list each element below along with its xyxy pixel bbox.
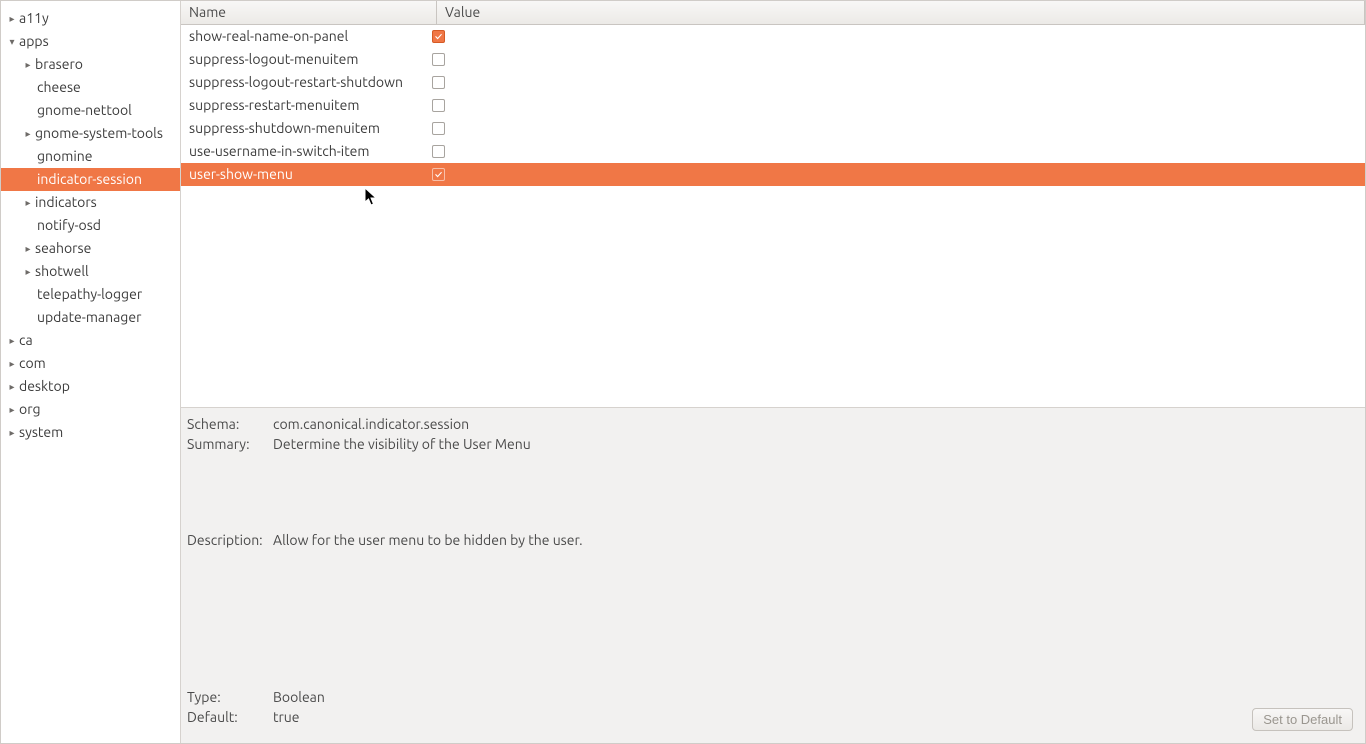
set-to-default-button[interactable]: Set to Default xyxy=(1252,708,1353,731)
tree-item-ca[interactable]: ▸ca xyxy=(1,329,180,352)
tree-item-indicators[interactable]: ▸indicators xyxy=(1,191,180,214)
summary-label: Summary: xyxy=(187,436,273,452)
key-name: show-real-name-on-panel xyxy=(181,25,428,48)
tree-item-label: seahorse xyxy=(35,240,91,256)
key-name: suppress-shutdown-menuitem xyxy=(181,117,428,140)
tree-item-label: system xyxy=(19,424,63,440)
value-checkbox[interactable] xyxy=(432,122,445,135)
tree-item-indicator-session[interactable]: indicator-session xyxy=(1,168,180,191)
column-header-value[interactable]: Value xyxy=(437,1,1365,24)
details-pane: Schema: com.canonical.indicator.session … xyxy=(181,408,1365,743)
tree-item-gnome-system-tools[interactable]: ▸gnome-system-tools xyxy=(1,122,180,145)
tree-item-shotwell[interactable]: ▸shotwell xyxy=(1,260,180,283)
chevron-right-icon[interactable]: ▸ xyxy=(7,421,17,444)
column-header-name[interactable]: Name xyxy=(181,1,437,24)
key-name: suppress-logout-restart-shutdown xyxy=(181,71,428,94)
schema-value: com.canonical.indicator.session xyxy=(273,416,1355,432)
tree-item-label: gnome-nettool xyxy=(37,102,132,118)
tree-item-label: org xyxy=(19,401,41,417)
key-value xyxy=(428,163,1365,186)
key-row-user-show-menu[interactable]: user-show-menu xyxy=(181,163,1365,186)
chevron-right-icon[interactable]: ▸ xyxy=(23,191,33,214)
tree-item-label: desktop xyxy=(19,378,70,394)
tree-item-update-manager[interactable]: update-manager xyxy=(1,306,180,329)
tree-item-label: a11y xyxy=(19,10,49,26)
tree-item-brasero[interactable]: ▸brasero xyxy=(1,53,180,76)
value-checkbox[interactable] xyxy=(432,99,445,112)
key-row-suppress-logout-restart-shutdown[interactable]: suppress-logout-restart-shutdown xyxy=(181,71,1365,94)
tree-item-label: com xyxy=(19,355,46,371)
tree-item-com[interactable]: ▸com xyxy=(1,352,180,375)
key-value xyxy=(428,71,1365,94)
chevron-right-icon[interactable]: ▸ xyxy=(23,122,33,145)
description-label: Description: xyxy=(187,532,273,548)
key-value xyxy=(428,117,1365,140)
key-row-use-username-in-switch-item[interactable]: use-username-in-switch-item xyxy=(181,140,1365,163)
chevron-right-icon[interactable]: ▸ xyxy=(7,7,17,30)
default-value: true xyxy=(273,709,325,725)
tree-item-label: gnomine xyxy=(37,148,92,164)
tree-item-label: update-manager xyxy=(37,309,141,325)
value-checkbox[interactable] xyxy=(432,53,445,66)
value-checkbox[interactable] xyxy=(432,76,445,89)
key-name: use-username-in-switch-item xyxy=(181,140,428,163)
key-row-suppress-logout-menuitem[interactable]: suppress-logout-menuitem xyxy=(181,48,1365,71)
key-value xyxy=(428,25,1365,48)
type-value: Boolean xyxy=(273,689,325,705)
list-header: Name Value xyxy=(181,1,1365,25)
tree-item-label: shotwell xyxy=(35,263,89,279)
tree-item-desktop[interactable]: ▸desktop xyxy=(1,375,180,398)
tree-item-label: indicators xyxy=(35,194,97,210)
key-row-suppress-restart-menuitem[interactable]: suppress-restart-menuitem xyxy=(181,94,1365,117)
tree-item-notify-osd[interactable]: notify-osd xyxy=(1,214,180,237)
key-list[interactable]: show-real-name-on-panelsuppress-logout-m… xyxy=(181,25,1365,408)
chevron-right-icon[interactable]: ▸ xyxy=(23,53,33,76)
key-name: user-show-menu xyxy=(181,163,428,186)
schema-label: Schema: xyxy=(187,416,273,432)
tree-item-label: cheese xyxy=(37,79,81,95)
chevron-right-icon[interactable]: ▸ xyxy=(7,398,17,421)
value-checkbox[interactable] xyxy=(432,145,445,158)
value-checkbox[interactable] xyxy=(432,30,445,43)
chevron-right-icon[interactable]: ▸ xyxy=(7,352,17,375)
tree-item-label: brasero xyxy=(35,56,83,72)
tree-item-label: notify-osd xyxy=(37,217,101,233)
tree-item-a11y[interactable]: ▸a11y xyxy=(1,7,180,30)
tree-item-telepathy-logger[interactable]: telepathy-logger xyxy=(1,283,180,306)
key-name: suppress-logout-menuitem xyxy=(181,48,428,71)
tree-item-label: apps xyxy=(19,33,49,49)
key-value xyxy=(428,140,1365,163)
tree-item-system[interactable]: ▸system xyxy=(1,421,180,444)
key-row-suppress-shutdown-menuitem[interactable]: suppress-shutdown-menuitem xyxy=(181,117,1365,140)
tree-item-gnome-nettool[interactable]: gnome-nettool xyxy=(1,99,180,122)
key-name: suppress-restart-menuitem xyxy=(181,94,428,117)
tree-item-org[interactable]: ▸org xyxy=(1,398,180,421)
tree-item-label: ca xyxy=(19,332,33,348)
type-label: Type: xyxy=(187,689,273,705)
summary-value: Determine the visibility of the User Men… xyxy=(273,436,1355,452)
tree-item-gnomine[interactable]: gnomine xyxy=(1,145,180,168)
tree-item-seahorse[interactable]: ▸seahorse xyxy=(1,237,180,260)
chevron-down-icon[interactable]: ▾ xyxy=(7,30,17,53)
key-value xyxy=(428,94,1365,117)
tree-item-label: gnome-system-tools xyxy=(35,125,163,141)
main-pane: Name Value show-real-name-on-panelsuppre… xyxy=(181,1,1365,743)
chevron-right-icon[interactable]: ▸ xyxy=(23,237,33,260)
value-checkbox[interactable] xyxy=(432,168,445,181)
key-row-show-real-name-on-panel[interactable]: show-real-name-on-panel xyxy=(181,25,1365,48)
tree-item-apps[interactable]: ▾apps xyxy=(1,30,180,53)
app-window: ▸a11y▾apps▸braserocheesegnome-nettool▸gn… xyxy=(0,0,1366,744)
chevron-right-icon[interactable]: ▸ xyxy=(7,329,17,352)
schema-tree[interactable]: ▸a11y▾apps▸braserocheesegnome-nettool▸gn… xyxy=(1,1,181,743)
tree-item-label: telepathy-logger xyxy=(37,286,142,302)
tree-item-cheese[interactable]: cheese xyxy=(1,76,180,99)
key-value xyxy=(428,48,1365,71)
chevron-right-icon[interactable]: ▸ xyxy=(23,260,33,283)
tree-item-label: indicator-session xyxy=(37,171,142,187)
chevron-right-icon[interactable]: ▸ xyxy=(7,375,17,398)
description-value: Allow for the user menu to be hidden by … xyxy=(273,532,1355,548)
default-label: Default: xyxy=(187,709,273,725)
